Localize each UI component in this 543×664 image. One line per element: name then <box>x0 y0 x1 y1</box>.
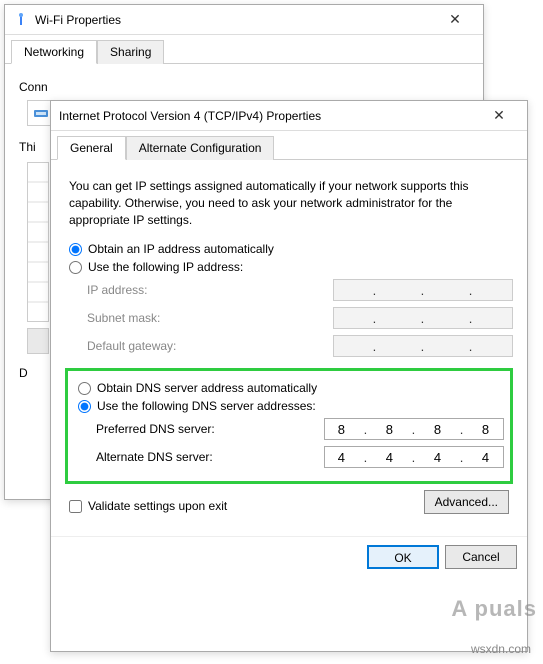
dns-section-highlight: Obtain DNS server address automatically … <box>65 368 513 484</box>
radio-dns-auto[interactable] <box>78 382 91 395</box>
gateway-input: ... <box>333 335 513 357</box>
preferred-dns-seg2[interactable]: 8 <box>376 422 404 437</box>
alternate-dns-label: Alternate DNS server: <box>96 450 324 464</box>
validate-checkbox[interactable] <box>69 500 82 513</box>
alternate-dns-seg1[interactable]: 4 <box>328 450 356 465</box>
advanced-button[interactable]: Advanced... <box>424 490 509 514</box>
cancel-button[interactable]: Cancel <box>445 545 517 569</box>
connect-using-label: Conn <box>19 74 469 98</box>
gateway-row: Default gateway: ... <box>65 332 513 360</box>
alternate-dns-input[interactable]: 4. 4. 4. 4 <box>324 446 504 468</box>
validate-row[interactable]: Validate settings upon exit <box>65 489 227 513</box>
radio-dns-manual-label: Use the following DNS server addresses: <box>97 399 316 413</box>
preferred-dns-seg1[interactable]: 8 <box>328 422 356 437</box>
wifi-tabs: Networking Sharing <box>5 35 483 64</box>
partial-button-1 <box>27 328 49 354</box>
alternate-dns-row: Alternate DNS server: 4. 4. 4. 4 <box>74 443 504 471</box>
ipv4-close-button[interactable]: ✕ <box>479 107 519 124</box>
wifi-title: Wi-Fi Properties <box>35 13 435 27</box>
preferred-dns-input[interactable]: 8. 8. 8. 8 <box>324 418 504 440</box>
preferred-dns-seg4[interactable]: 8 <box>472 422 500 437</box>
radio-dns-auto-label: Obtain DNS server address automatically <box>97 381 317 395</box>
ok-button[interactable]: OK <box>367 545 439 569</box>
radio-dns-auto-row[interactable]: Obtain DNS server address automatically <box>74 379 504 397</box>
adapter-icon <box>33 106 51 120</box>
preferred-dns-seg3[interactable]: 8 <box>424 422 452 437</box>
ipv4-content: You can get IP settings assigned automat… <box>51 160 527 528</box>
alternate-dns-seg3[interactable]: 4 <box>424 450 452 465</box>
subnet-input: ... <box>333 307 513 329</box>
alternate-dns-seg2[interactable]: 4 <box>376 450 404 465</box>
dialog-buttons: OK Cancel <box>51 536 527 579</box>
ipv4-tabs: General Alternate Configuration <box>51 131 527 160</box>
ipv4-properties-window: Internet Protocol Version 4 (TCP/IPv4) P… <box>50 100 528 652</box>
ip-section: Obtain an IP address automatically Use t… <box>65 240 513 360</box>
subnet-label: Subnet mask: <box>87 311 333 325</box>
radio-dns-manual-row[interactable]: Use the following DNS server addresses: <box>74 397 504 415</box>
tab-general[interactable]: General <box>57 136 126 160</box>
radio-ip-auto-label: Obtain an IP address automatically <box>88 242 274 256</box>
ipv4-title: Internet Protocol Version 4 (TCP/IPv4) P… <box>59 109 479 123</box>
ip-address-input: ... <box>333 279 513 301</box>
ip-address-label: IP address: <box>87 283 333 297</box>
wifi-close-button[interactable]: ✕ <box>435 11 475 28</box>
alternate-dns-seg4[interactable]: 4 <box>472 450 500 465</box>
gateway-label: Default gateway: <box>87 339 333 353</box>
footer-url: wsxdn.com <box>471 642 531 656</box>
radio-ip-manual-row[interactable]: Use the following IP address: <box>65 258 513 276</box>
radio-ip-auto[interactable] <box>69 243 82 256</box>
tab-sharing[interactable]: Sharing <box>97 40 164 64</box>
preferred-dns-label: Preferred DNS server: <box>96 422 324 436</box>
tab-networking[interactable]: Networking <box>11 40 97 64</box>
validate-label: Validate settings upon exit <box>88 499 227 513</box>
radio-ip-manual-label: Use the following IP address: <box>88 260 243 274</box>
radio-dns-manual[interactable] <box>78 400 91 413</box>
wifi-titlebar: Wi-Fi Properties ✕ <box>5 5 483 35</box>
subnet-row: Subnet mask: ... <box>65 304 513 332</box>
wifi-icon <box>13 12 29 28</box>
ip-address-row: IP address: ... <box>65 276 513 304</box>
protocol-list-edge <box>27 162 49 322</box>
preferred-dns-row: Preferred DNS server: 8. 8. 8. 8 <box>74 415 504 443</box>
tab-alternate-config[interactable]: Alternate Configuration <box>126 136 275 160</box>
radio-ip-manual[interactable] <box>69 261 82 274</box>
ipv4-description: You can get IP settings assigned automat… <box>65 170 513 240</box>
ipv4-titlebar: Internet Protocol Version 4 (TCP/IPv4) P… <box>51 101 527 131</box>
radio-ip-auto-row[interactable]: Obtain an IP address automatically <box>65 240 513 258</box>
